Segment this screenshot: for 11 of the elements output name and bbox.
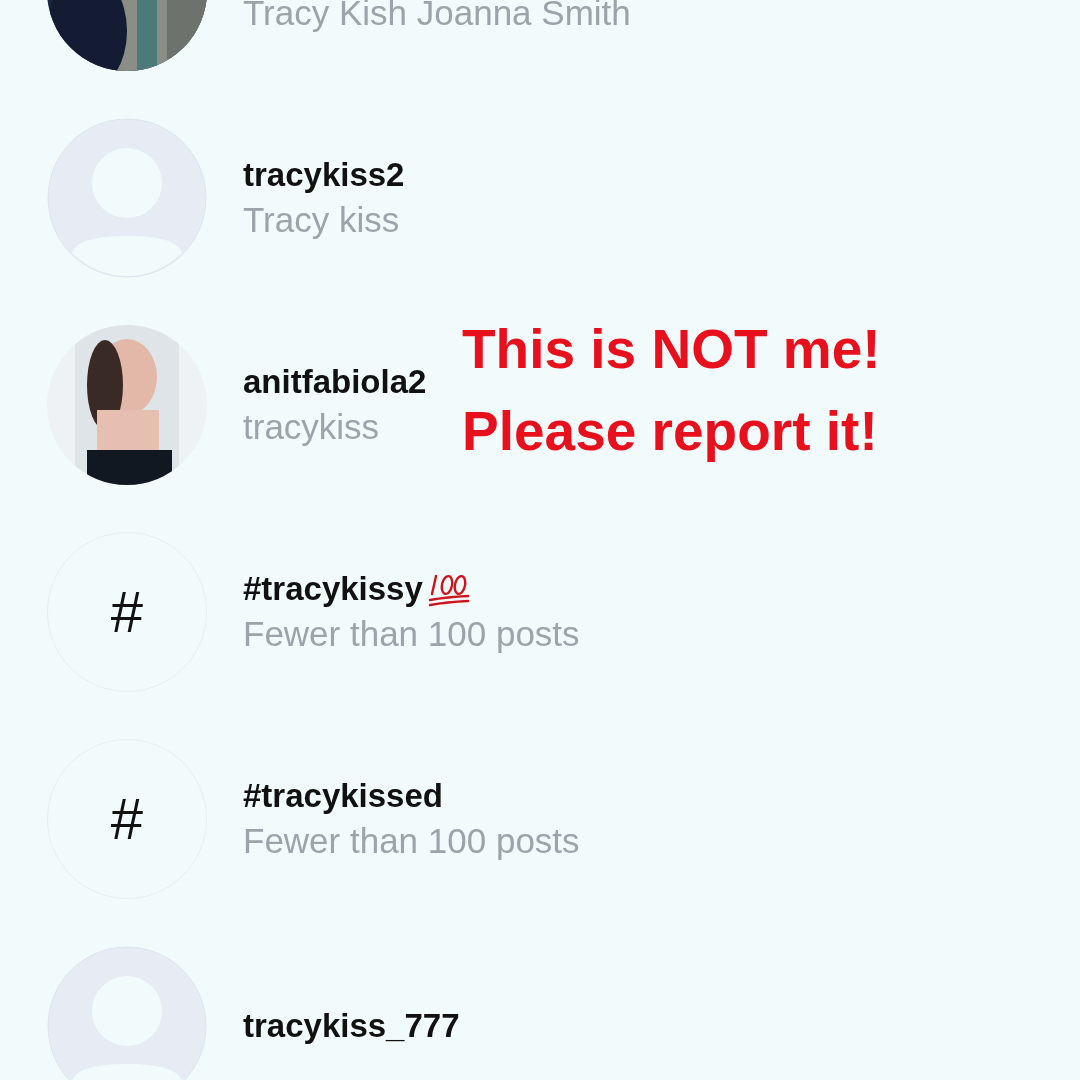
- username[interactable]: #tracykissed: [243, 776, 443, 815]
- username[interactable]: tracykiss2: [243, 155, 405, 194]
- avatar-placeholder-icon: [47, 117, 207, 278]
- username[interactable]: tracykiss_777: [243, 1006, 460, 1045]
- username[interactable]: anitfabiola2: [243, 362, 427, 401]
- warning-caption: This is NOT me!: [462, 321, 881, 377]
- result-subtitle: Fewer than 100 posts: [243, 820, 580, 861]
- result-subtitle: Fewer than 100 posts: [243, 613, 580, 654]
- result-subtitle: tracykiss: [243, 406, 381, 447]
- result-subtitle: Tracy kiss: [243, 199, 401, 240]
- username[interactable]: #tracykissy: [243, 569, 423, 608]
